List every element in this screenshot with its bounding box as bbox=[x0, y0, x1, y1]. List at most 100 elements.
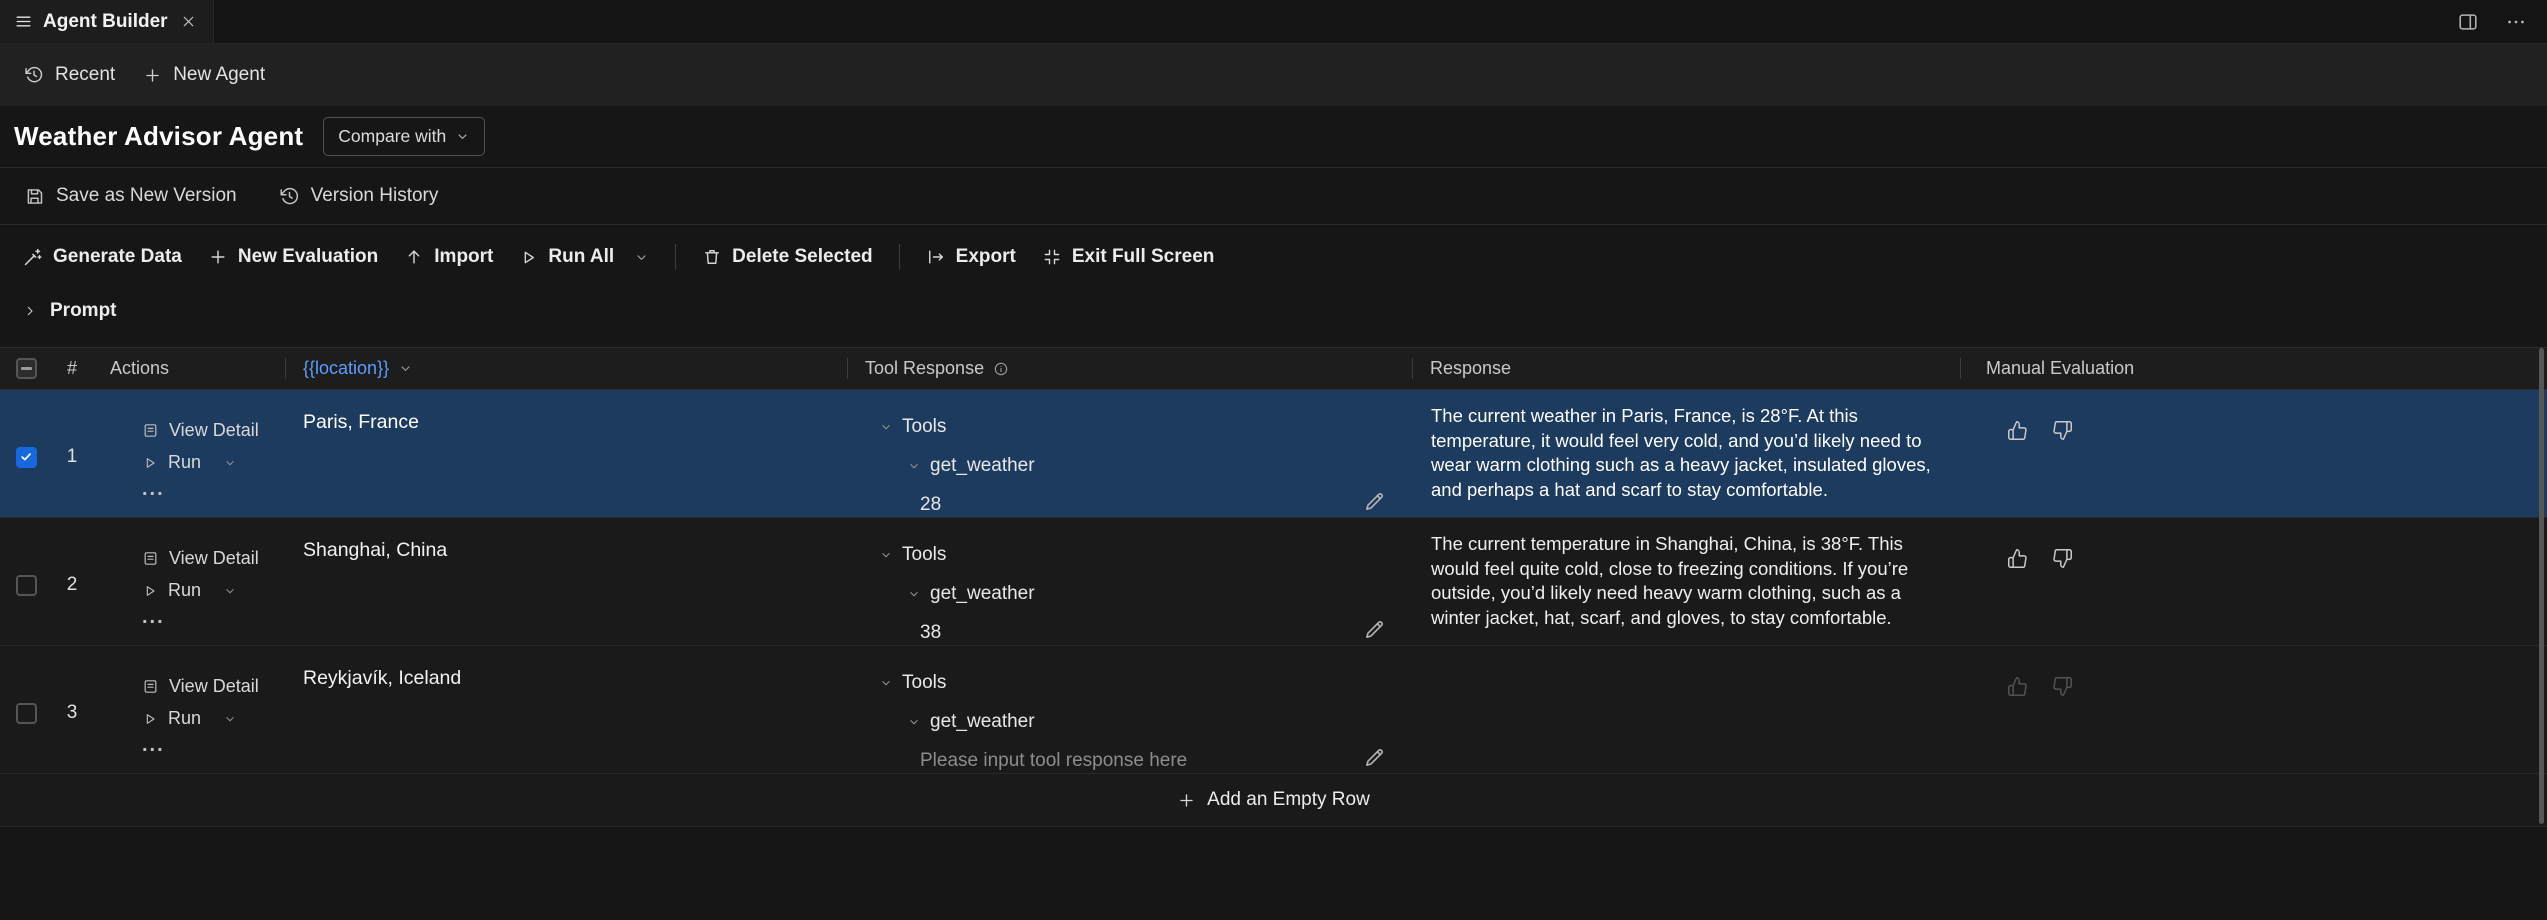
chevron-down-icon bbox=[879, 676, 893, 690]
manual-evaluation-cell bbox=[1960, 518, 2547, 652]
thumbs-down-button[interactable] bbox=[2052, 420, 2073, 441]
run-button[interactable]: Run bbox=[142, 452, 285, 473]
prompt-label: Prompt bbox=[50, 300, 117, 322]
row-more-button[interactable]: ... bbox=[142, 484, 285, 494]
tool-response-cell: Tools get_weather 38 bbox=[847, 518, 1412, 652]
plus-icon bbox=[208, 247, 228, 267]
prompt-section-toggle[interactable]: Prompt bbox=[0, 287, 2547, 335]
import-button[interactable]: Import bbox=[404, 246, 493, 268]
info-icon[interactable] bbox=[993, 361, 1009, 377]
thumbs-up-button[interactable] bbox=[2007, 548, 2028, 569]
history-icon bbox=[24, 65, 44, 85]
generate-data-button[interactable]: Generate Data bbox=[22, 246, 182, 268]
thumbs-up-icon bbox=[2007, 548, 2028, 569]
view-detail-icon bbox=[142, 422, 159, 439]
header-checkbox-cell bbox=[0, 348, 52, 389]
tool-response-cell: Tools get_weather Please input tool resp… bbox=[847, 646, 1412, 780]
table-row: 1 View Detail Run ... Paris, France Tool… bbox=[0, 390, 2547, 518]
header-location[interactable]: {{location}} bbox=[285, 348, 847, 389]
export-label: Export bbox=[956, 246, 1016, 268]
save-icon bbox=[24, 186, 45, 207]
history-icon bbox=[279, 186, 300, 207]
compare-with-button[interactable]: Compare with bbox=[323, 117, 485, 156]
add-empty-row-button[interactable]: Add an Empty Row bbox=[0, 774, 2547, 827]
run-dropdown-caret[interactable] bbox=[223, 456, 237, 470]
tool-function-node[interactable]: get_weather bbox=[847, 574, 1412, 613]
tool-response-cell: Tools get_weather 28 bbox=[847, 390, 1412, 524]
chevron-down-icon bbox=[879, 548, 893, 562]
thumbs-down-button[interactable] bbox=[2052, 676, 2073, 697]
generate-data-label: Generate Data bbox=[53, 246, 182, 268]
play-icon bbox=[142, 583, 158, 599]
run-button[interactable]: Run bbox=[142, 580, 285, 601]
tools-node[interactable]: Tools bbox=[847, 407, 1412, 446]
run-all-button[interactable]: Run All bbox=[519, 246, 649, 268]
save-as-new-version-label: Save as New Version bbox=[56, 185, 237, 207]
response-cell bbox=[1412, 646, 1960, 780]
location-cell[interactable]: Reykjavík, Iceland bbox=[285, 646, 847, 780]
export-button[interactable]: Export bbox=[926, 246, 1016, 268]
run-all-dropdown-caret[interactable] bbox=[634, 250, 649, 265]
tool-function-node[interactable]: get_weather bbox=[847, 702, 1412, 741]
tool-value-input[interactable]: Please input tool response here bbox=[847, 741, 1412, 780]
thumbs-up-button[interactable] bbox=[2007, 676, 2028, 697]
chevron-down-icon bbox=[907, 587, 921, 601]
recent-button[interactable]: Recent bbox=[24, 64, 115, 86]
row-index: 1 bbox=[52, 390, 92, 524]
row-more-button[interactable]: ... bbox=[142, 740, 285, 750]
new-agent-button[interactable]: New Agent bbox=[143, 64, 265, 86]
tab-agent-builder[interactable]: Agent Builder bbox=[0, 0, 214, 43]
thumbs-down-icon bbox=[2052, 548, 2073, 569]
view-detail-icon bbox=[142, 550, 159, 567]
delete-selected-button[interactable]: Delete Selected bbox=[702, 246, 872, 268]
import-icon bbox=[404, 247, 424, 267]
table-header: # Actions {{location}} Tool Response Res… bbox=[0, 348, 2547, 390]
toolbar-divider bbox=[675, 244, 676, 270]
version-history-button[interactable]: Version History bbox=[279, 185, 439, 207]
edit-pencil-icon bbox=[1363, 618, 1386, 641]
magic-wand-icon bbox=[22, 247, 43, 268]
view-detail-icon bbox=[142, 678, 159, 695]
location-cell[interactable]: Shanghai, China bbox=[285, 518, 847, 652]
new-agent-label: New Agent bbox=[173, 64, 265, 86]
edit-tool-response-button[interactable] bbox=[1363, 746, 1386, 769]
tools-node[interactable]: Tools bbox=[847, 535, 1412, 574]
view-detail-button[interactable]: View Detail bbox=[142, 548, 285, 569]
select-all-checkbox[interactable] bbox=[16, 358, 37, 379]
close-icon[interactable] bbox=[180, 13, 197, 30]
run-all-label: Run All bbox=[548, 246, 614, 268]
edit-tool-response-button[interactable] bbox=[1363, 618, 1386, 641]
view-detail-button[interactable]: View Detail bbox=[142, 676, 285, 697]
manual-evaluation-cell bbox=[1960, 390, 2547, 524]
panel-toggle-icon[interactable] bbox=[2457, 11, 2479, 33]
view-detail-button[interactable]: View Detail bbox=[142, 420, 285, 441]
scrollbar[interactable] bbox=[2539, 348, 2544, 824]
thumbs-down-button[interactable] bbox=[2052, 548, 2073, 569]
toolbar-divider bbox=[899, 244, 900, 270]
run-dropdown-caret[interactable] bbox=[223, 712, 237, 726]
thumbs-up-button[interactable] bbox=[2007, 420, 2028, 441]
run-dropdown-caret[interactable] bbox=[223, 584, 237, 598]
recent-label: Recent bbox=[55, 64, 115, 86]
table-row: 2 View Detail Run ... Shanghai, China To… bbox=[0, 518, 2547, 646]
run-button[interactable]: Run bbox=[142, 708, 285, 729]
row-checkbox[interactable] bbox=[16, 703, 37, 724]
trash-icon bbox=[702, 247, 722, 267]
location-cell[interactable]: Paris, France bbox=[285, 390, 847, 524]
tools-node[interactable]: Tools bbox=[847, 663, 1412, 702]
tool-function-node[interactable]: get_weather bbox=[847, 446, 1412, 485]
more-icon[interactable] bbox=[2505, 11, 2527, 33]
exit-full-screen-button[interactable]: Exit Full Screen bbox=[1042, 246, 1215, 268]
version-bar: Save as New Version Version History bbox=[0, 168, 2547, 225]
row-checkbox[interactable] bbox=[16, 575, 37, 596]
row-checkbox[interactable] bbox=[16, 447, 37, 468]
edit-tool-response-button[interactable] bbox=[1363, 490, 1386, 513]
chevron-down-icon bbox=[455, 129, 470, 144]
thumbs-up-icon bbox=[2007, 420, 2028, 441]
row-actions-cell: View Detail Run ... bbox=[92, 518, 285, 652]
play-icon bbox=[142, 455, 158, 471]
new-evaluation-button[interactable]: New Evaluation bbox=[208, 246, 378, 268]
row-more-button[interactable]: ... bbox=[142, 612, 285, 622]
save-as-new-version-button[interactable]: Save as New Version bbox=[24, 185, 237, 207]
header-actions: Actions bbox=[92, 348, 285, 389]
